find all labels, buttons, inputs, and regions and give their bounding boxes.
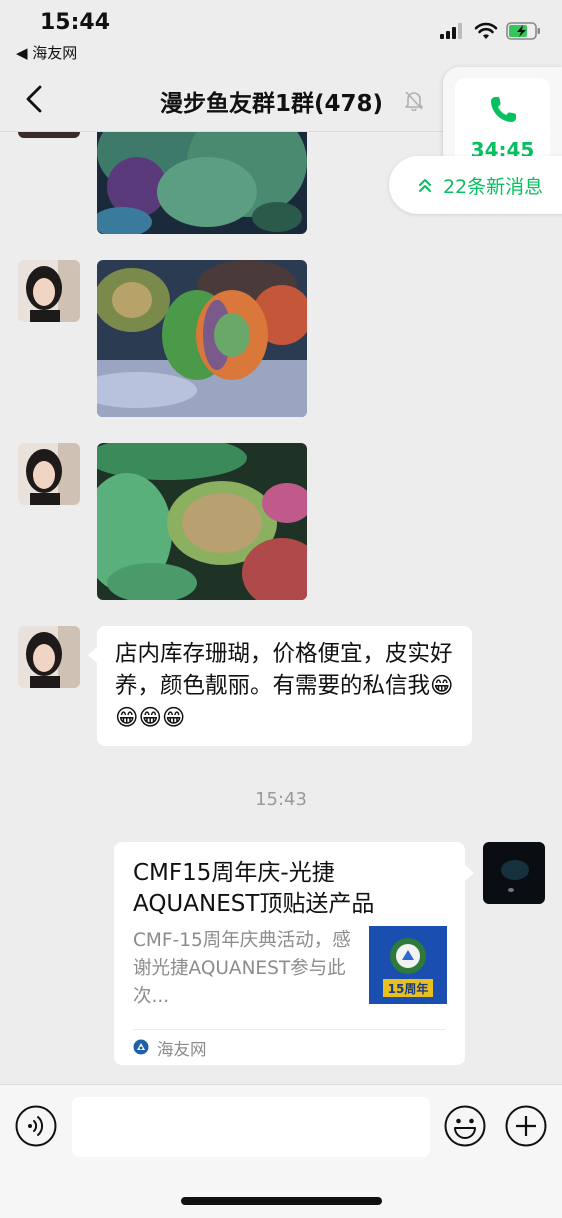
link-card-title: CMF15周年庆-光捷AQUANEST顶贴送产品 bbox=[133, 860, 375, 917]
chat-title[interactable]: 漫步鱼友群1群(478) bbox=[160, 84, 383, 118]
link-card-source: 海友网 bbox=[157, 1040, 207, 1059]
image-message[interactable] bbox=[97, 132, 307, 234]
new-messages-count: 22条新消息 bbox=[443, 176, 544, 198]
emoji-icon[interactable] bbox=[444, 1105, 486, 1147]
link-card-message[interactable]: CMF15周年庆-光捷AQUANEST顶贴送产品 CMF-15周年庆典活动，感谢… bbox=[114, 842, 474, 1065]
status-time: 15:44 bbox=[40, 10, 111, 35]
my-avatar[interactable] bbox=[483, 842, 545, 904]
double-chevron-up-icon bbox=[419, 179, 431, 192]
message-timestamp: 15:43 bbox=[255, 789, 307, 810]
text-message[interactable]: 店内库存珊瑚，价格便宜，皮实好养，颜色靓丽。有需要的私信我😁😁😁😁 bbox=[88, 626, 472, 746]
link-card-divider bbox=[133, 1029, 446, 1030]
link-card-thumbnail: 15周年 bbox=[369, 926, 447, 1004]
battery-charging-icon bbox=[506, 22, 540, 40]
chat-messages[interactable]: 店内库存珊瑚，价格便宜，皮实好养，颜色靓丽。有需要的私信我😁😁😁😁 15:43 … bbox=[0, 132, 562, 1084]
avatar[interactable] bbox=[18, 626, 80, 688]
message-input[interactable] bbox=[72, 1097, 430, 1157]
status-bar: 15:44 ◀ 海友网 bbox=[0, 0, 562, 66]
mute-bell-icon bbox=[405, 91, 423, 111]
wifi-icon bbox=[474, 22, 498, 39]
voice-icon[interactable] bbox=[15, 1105, 57, 1147]
image-message[interactable] bbox=[97, 443, 307, 600]
new-messages-button[interactable]: 22条新消息 bbox=[389, 156, 562, 214]
back-to-app-link[interactable]: ◀ 海友网 bbox=[16, 42, 77, 63]
plus-icon[interactable] bbox=[505, 1105, 547, 1147]
phone-icon bbox=[491, 97, 516, 122]
back-chevron-icon[interactable] bbox=[22, 84, 48, 114]
haiyou-logo-icon bbox=[133, 1039, 149, 1055]
avatar[interactable] bbox=[18, 443, 80, 505]
link-card-description: CMF-15周年庆典活动，感谢光捷AQUANEST参与此次... bbox=[133, 930, 351, 1007]
cellular-signal-icon bbox=[440, 23, 462, 39]
home-indicator[interactable] bbox=[181, 1197, 382, 1205]
status-icons bbox=[440, 22, 542, 40]
avatar[interactable] bbox=[18, 132, 80, 138]
avatar[interactable] bbox=[18, 260, 80, 322]
image-message[interactable] bbox=[97, 260, 307, 417]
link-card-thumb-text: 15周年 bbox=[388, 981, 429, 996]
